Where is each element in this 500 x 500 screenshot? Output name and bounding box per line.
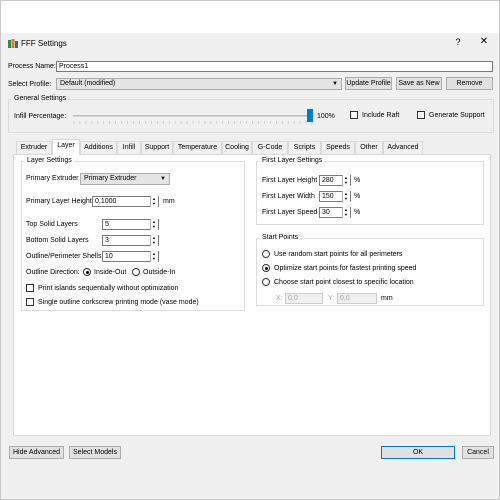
primary-layer-height-unit: mm bbox=[163, 198, 175, 205]
top-solid-layers-label: Top Solid Layers bbox=[26, 221, 78, 228]
start-x-input[interactable]: 0,0 bbox=[285, 293, 323, 304]
first-layer-width-label: First Layer Width bbox=[262, 193, 315, 200]
spin-down-icon: ▼ bbox=[152, 240, 156, 245]
save-as-new-button[interactable]: Save as New bbox=[396, 77, 442, 90]
spin-down-icon: ▼ bbox=[344, 180, 348, 185]
infill-slider-ticks bbox=[73, 121, 313, 124]
start-x-label: X: bbox=[276, 295, 283, 302]
close-button[interactable]: ✕ bbox=[478, 36, 490, 47]
outside-in-radio[interactable] bbox=[132, 268, 140, 276]
spin-down-icon: ▼ bbox=[344, 196, 348, 201]
start-y-input[interactable]: 0,0 bbox=[337, 293, 377, 304]
update-profile-button[interactable]: Update Profile bbox=[345, 77, 392, 90]
primary-extruder-label: Primary Extruder bbox=[26, 175, 79, 182]
process-name-input[interactable]: Process1 bbox=[56, 61, 493, 72]
random-start-radio[interactable] bbox=[262, 250, 270, 258]
first-layer-height-unit: % bbox=[354, 177, 361, 184]
tab-speeds[interactable]: Speeds bbox=[321, 141, 355, 154]
chevron-down-icon: ▼ bbox=[332, 81, 338, 87]
primary-extruder-select[interactable]: Primary Extruder ▼ bbox=[80, 173, 170, 185]
infill-percentage-label: Infill Percentage: bbox=[14, 113, 67, 120]
bottom-solid-layers-spinner[interactable]: ▲ ▼ bbox=[150, 235, 158, 246]
start-xy-unit: mm bbox=[381, 295, 393, 302]
spin-down-icon: ▼ bbox=[344, 212, 348, 217]
first-layer-speed-label: First Layer Speed bbox=[262, 209, 318, 216]
first-layer-height-label: First Layer Height bbox=[262, 177, 318, 184]
print-islands-checkbox[interactable] bbox=[26, 284, 34, 292]
optimize-start-radio[interactable] bbox=[262, 264, 270, 272]
optimize-start-label: Optimize start points for fastest printi… bbox=[274, 265, 417, 272]
tab-additions[interactable]: Additions bbox=[80, 141, 117, 154]
chevron-down-icon: ▼ bbox=[160, 176, 166, 182]
process-name-label: Process Name: bbox=[8, 63, 56, 70]
bottom-solid-layers-label: Bottom Solid Layers bbox=[26, 237, 89, 244]
infill-slider-thumb[interactable] bbox=[307, 109, 313, 122]
fff-settings-window: FFF Settings ? ✕ Process Name: Process1 … bbox=[0, 0, 500, 500]
spin-down-icon: ▼ bbox=[152, 224, 156, 229]
first-layer-height-spinner[interactable]: ▲ ▼ bbox=[342, 175, 350, 186]
tab-infill[interactable]: Infill bbox=[117, 141, 141, 154]
app-icon bbox=[8, 39, 18, 48]
outside-in-label: Outside-In bbox=[143, 269, 176, 276]
cancel-button[interactable]: Cancel bbox=[462, 446, 494, 459]
closest-start-label: Choose start point closest to specific l… bbox=[274, 279, 414, 286]
layer-settings-title: Layer Settings bbox=[25, 157, 74, 164]
include-raft-label: Include Raft bbox=[362, 112, 400, 119]
single-outline-checkbox[interactable] bbox=[26, 298, 34, 306]
first-layer-width-spinner[interactable]: ▲ ▼ bbox=[342, 191, 350, 202]
hide-advanced-button[interactable]: Hide Advanced bbox=[9, 446, 64, 459]
tab-cooling[interactable]: Cooling bbox=[222, 141, 252, 154]
random-start-label: Use random start points for all perimete… bbox=[274, 251, 403, 258]
tab-layer[interactable]: Layer bbox=[52, 139, 80, 155]
general-settings-title: General Settings bbox=[12, 95, 69, 102]
ok-button[interactable]: OK bbox=[381, 446, 455, 459]
profile-select-value: Default (modified) bbox=[60, 80, 116, 87]
window-title: FFF Settings bbox=[21, 39, 67, 48]
outline-shells-spinner[interactable]: ▲ ▼ bbox=[150, 251, 158, 262]
tab-scripts[interactable]: Scripts bbox=[288, 141, 321, 154]
start-points-title: Start Points bbox=[260, 234, 301, 241]
first-layer-settings-title: First Layer Settings bbox=[260, 157, 325, 164]
first-layer-width-unit: % bbox=[354, 193, 361, 200]
infill-value: 100% bbox=[317, 113, 335, 120]
outline-shells-label: Outline/Perimeter Shells bbox=[26, 253, 102, 260]
tab-advanced[interactable]: Advanced bbox=[383, 141, 423, 154]
remove-button[interactable]: Remove bbox=[446, 77, 493, 90]
tab-g-code[interactable]: G-Code bbox=[252, 141, 288, 154]
profile-select[interactable]: Default (modified) ▼ bbox=[56, 78, 342, 90]
spin-down-icon: ▼ bbox=[152, 201, 156, 206]
first-layer-speed-spinner[interactable]: ▲ ▼ bbox=[342, 207, 350, 218]
top-solid-layers-spinner[interactable]: ▲ ▼ bbox=[150, 219, 158, 230]
generate-support-label: Generate Support bbox=[429, 112, 485, 119]
tab-temperature[interactable]: Temperature bbox=[173, 141, 222, 154]
primary-layer-height-label: Primary Layer Height bbox=[26, 198, 92, 205]
start-y-label: Y: bbox=[328, 295, 335, 302]
primary-layer-height-input[interactable]: 0,1000 bbox=[92, 196, 159, 207]
tab-other[interactable]: Other bbox=[355, 141, 383, 154]
select-profile-label: Select Profile: bbox=[8, 81, 52, 88]
tab-extruder[interactable]: Extruder bbox=[16, 141, 52, 154]
help-button[interactable]: ? bbox=[453, 37, 463, 47]
inside-out-label: Inside-Out bbox=[94, 269, 127, 276]
titlebar-background bbox=[1, 1, 499, 33]
infill-slider-track[interactable] bbox=[73, 115, 313, 117]
single-outline-label: Single outline corkscrew printing mode (… bbox=[38, 299, 199, 306]
spin-down-icon: ▼ bbox=[152, 256, 156, 261]
primary-extruder-value: Primary Extruder bbox=[84, 175, 137, 182]
primary-layer-height-spinner[interactable]: ▲ ▼ bbox=[150, 196, 158, 207]
tab-support[interactable]: Support bbox=[141, 141, 173, 154]
inside-out-radio[interactable] bbox=[83, 268, 91, 276]
generate-support-checkbox[interactable] bbox=[417, 111, 425, 119]
first-layer-speed-unit: % bbox=[354, 209, 361, 216]
select-models-button[interactable]: Select Models bbox=[69, 446, 121, 459]
outline-direction-label: Outline Direction: bbox=[26, 269, 80, 276]
include-raft-checkbox[interactable] bbox=[350, 111, 358, 119]
closest-start-radio[interactable] bbox=[262, 278, 270, 286]
print-islands-label: Print islands sequentially without optim… bbox=[38, 285, 179, 292]
